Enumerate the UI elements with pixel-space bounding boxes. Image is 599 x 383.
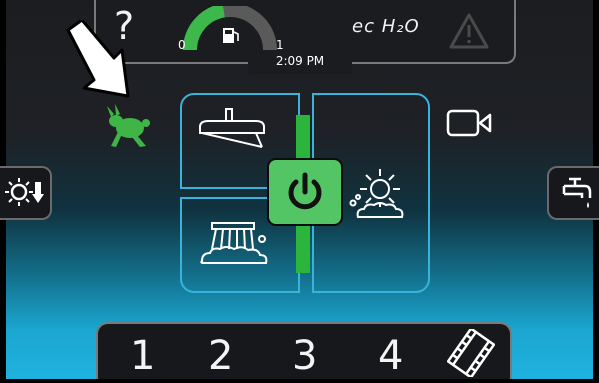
control-panel bbox=[180, 93, 430, 293]
preset-2-button[interactable]: 2 bbox=[208, 334, 233, 378]
fuel-pump-icon bbox=[223, 28, 239, 43]
ech2o-label: ec H₂O bbox=[352, 16, 420, 37]
rabbit-icon[interactable] bbox=[106, 104, 154, 150]
preset-1-button[interactable]: 1 bbox=[130, 334, 155, 378]
preset-4-button[interactable]: 4 bbox=[378, 334, 403, 378]
squeegee-icon bbox=[199, 108, 265, 148]
bezel-bottom bbox=[0, 379, 599, 383]
fuel-min-label: 0 bbox=[178, 38, 186, 52]
warning-icon[interactable] bbox=[448, 12, 490, 50]
fuel-gauge bbox=[183, 6, 277, 51]
brush-scrub-icon bbox=[200, 222, 268, 264]
machine-display: ? 0 1 2:09 PM ec H₂O 1 2 3 4 bbox=[0, 0, 599, 383]
power-icon bbox=[288, 172, 322, 210]
fuel-max-label: 1 bbox=[276, 38, 284, 52]
film-icon[interactable] bbox=[447, 329, 495, 377]
lights-down-button[interactable] bbox=[0, 166, 52, 220]
preset-3-button[interactable]: 3 bbox=[292, 334, 317, 378]
clock-time: 2:09 PM bbox=[248, 52, 352, 74]
power-button[interactable] bbox=[267, 158, 343, 226]
sun-down-arrow-icon bbox=[5, 178, 44, 206]
camera-icon[interactable] bbox=[446, 108, 494, 138]
sun-suds-icon bbox=[349, 169, 404, 218]
water-button[interactable] bbox=[547, 166, 599, 220]
pointer-arrow-icon bbox=[66, 20, 130, 98]
water-faucet-icon bbox=[562, 177, 592, 208]
fuel-level-arc bbox=[183, 6, 226, 51]
